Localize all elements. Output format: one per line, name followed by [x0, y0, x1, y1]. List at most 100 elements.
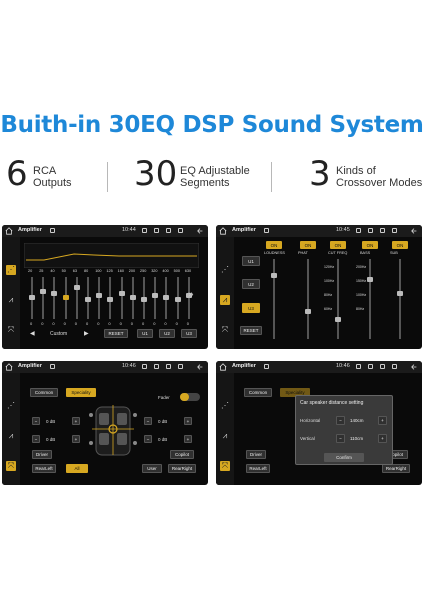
on-toggle-button[interactable]: ON [300, 241, 316, 249]
confirm-button[interactable]: Confirm [324, 453, 364, 462]
user-preset-button[interactable]: U1 [242, 256, 260, 266]
eq-slider-knob[interactable] [73, 285, 80, 290]
eq-slider-knob[interactable] [85, 297, 91, 302]
eq-slider-track[interactable] [120, 277, 123, 319]
balance-mode-icon[interactable]: ⤧ [220, 461, 230, 471]
eq-slider-track[interactable] [154, 277, 157, 319]
eq-mode-icon[interactable]: ⋰ [6, 265, 16, 275]
eq-slider-knob[interactable] [141, 297, 147, 302]
eq-slider-knob[interactable] [107, 297, 114, 302]
camera-icon[interactable] [142, 228, 147, 233]
back-icon[interactable] [196, 227, 204, 235]
on-toggle-button[interactable]: ON [266, 241, 282, 249]
eq-slider-track[interactable] [75, 277, 78, 319]
close-icon[interactable] [166, 364, 171, 369]
column-slider-track[interactable] [337, 259, 339, 339]
fader-toggle[interactable] [180, 393, 200, 401]
on-toggle-button[interactable]: ON [330, 241, 346, 249]
volume-icon[interactable] [368, 364, 373, 369]
window-icon[interactable] [178, 228, 183, 233]
close-icon[interactable] [380, 228, 385, 233]
crossover-mode-icon[interactable]: ⩘ [6, 295, 16, 305]
db-plus-button[interactable]: + [184, 417, 192, 425]
eq-mode-icon[interactable]: ⋰ [6, 401, 16, 411]
camera-icon[interactable] [356, 364, 361, 369]
vertical-minus-button[interactable]: − [336, 434, 345, 443]
car-seat-diagram[interactable] [88, 401, 138, 459]
copilot-button[interactable]: Copilot [170, 450, 194, 459]
driver-button[interactable]: Driver [32, 450, 52, 459]
column-slider-track[interactable] [399, 259, 401, 339]
next-preset-icon[interactable]: ▶ [84, 330, 89, 337]
balance-mode-icon[interactable]: ⤧ [6, 325, 16, 335]
eq-slider-knob[interactable] [163, 295, 170, 300]
eq-slider-track[interactable] [42, 277, 45, 319]
rearleft-button[interactable]: RearLeft [246, 464, 270, 473]
column-slider-track[interactable] [369, 259, 371, 339]
eq-slider-knob[interactable] [118, 291, 125, 296]
user-button[interactable]: User [142, 464, 162, 473]
eq-slider-knob[interactable] [152, 293, 159, 298]
db-minus-button[interactable]: − [32, 417, 40, 425]
camera-icon[interactable] [356, 228, 361, 233]
on-toggle-button[interactable]: ON [362, 241, 378, 249]
db-plus-button[interactable]: + [72, 417, 80, 425]
all-button[interactable]: All [66, 464, 88, 473]
close-icon[interactable] [380, 364, 385, 369]
horizontal-minus-button[interactable]: − [336, 416, 345, 425]
user-preset-button[interactable]: U3 [242, 303, 260, 313]
on-toggle-button[interactable]: ON [392, 241, 408, 249]
eq-slider-knob[interactable] [62, 295, 69, 300]
eq-slider-track[interactable] [53, 277, 56, 319]
reset-button[interactable]: RESET [240, 326, 262, 335]
user-preset-button[interactable]: U3 [181, 329, 197, 338]
rearright-button[interactable]: RearRight [168, 464, 196, 473]
column-slider-track[interactable] [273, 259, 275, 339]
eq-slider-knob[interactable] [29, 295, 35, 300]
home-icon[interactable] [5, 227, 13, 235]
crossover-mode-icon[interactable]: ⩘ [6, 431, 16, 441]
crossover-mode-icon[interactable]: ⩘ [220, 295, 230, 305]
column-slider-knob[interactable] [271, 273, 277, 278]
user-preset-button[interactable]: U1 [137, 329, 153, 338]
driver-button[interactable]: Driver [246, 450, 266, 459]
tab-speciality[interactable]: Speciality [66, 388, 96, 397]
eq-slider-knob[interactable] [129, 295, 136, 300]
user-preset-button[interactable]: U2 [242, 279, 260, 289]
home-icon[interactable] [219, 227, 227, 235]
db-minus-button[interactable]: − [144, 435, 152, 443]
back-icon[interactable] [410, 227, 418, 235]
eq-slider-knob[interactable] [51, 291, 58, 296]
volume-icon[interactable] [154, 228, 159, 233]
eq-slider-knob[interactable] [96, 293, 103, 298]
close-icon[interactable] [166, 228, 171, 233]
db-minus-button[interactable]: − [144, 417, 152, 425]
next-page-icon[interactable]: » [188, 289, 194, 300]
eq-slider-knob[interactable] [40, 289, 47, 294]
tab-common[interactable]: Common [244, 388, 272, 397]
window-icon[interactable] [392, 228, 397, 233]
home-icon[interactable] [219, 363, 227, 371]
balance-mode-icon[interactable]: ⤧ [6, 461, 16, 471]
vertical-plus-button[interactable]: + [378, 434, 387, 443]
column-slider-knob[interactable] [335, 317, 341, 322]
user-preset-button[interactable]: U2 [159, 329, 175, 338]
volume-icon[interactable] [154, 364, 159, 369]
horizontal-plus-button[interactable]: + [378, 416, 387, 425]
prev-preset-icon[interactable]: ◀ [30, 330, 35, 337]
volume-icon[interactable] [368, 228, 373, 233]
reset-button[interactable]: RESET [104, 329, 128, 338]
eq-mode-icon[interactable]: ⋰ [220, 401, 230, 411]
back-icon[interactable] [196, 363, 204, 371]
eq-mode-icon[interactable]: ⋰ [220, 265, 230, 275]
window-icon[interactable] [178, 364, 183, 369]
tab-common[interactable]: Common [30, 388, 58, 397]
column-slider-knob[interactable] [397, 291, 403, 296]
rearleft-button[interactable]: RearLeft [32, 464, 56, 473]
column-slider-track[interactable] [307, 259, 309, 339]
eq-slider-knob[interactable] [174, 297, 181, 302]
crossover-mode-icon[interactable]: ⩘ [220, 431, 230, 441]
window-icon[interactable] [392, 364, 397, 369]
db-plus-button[interactable]: + [184, 435, 192, 443]
db-plus-button[interactable]: + [72, 435, 80, 443]
